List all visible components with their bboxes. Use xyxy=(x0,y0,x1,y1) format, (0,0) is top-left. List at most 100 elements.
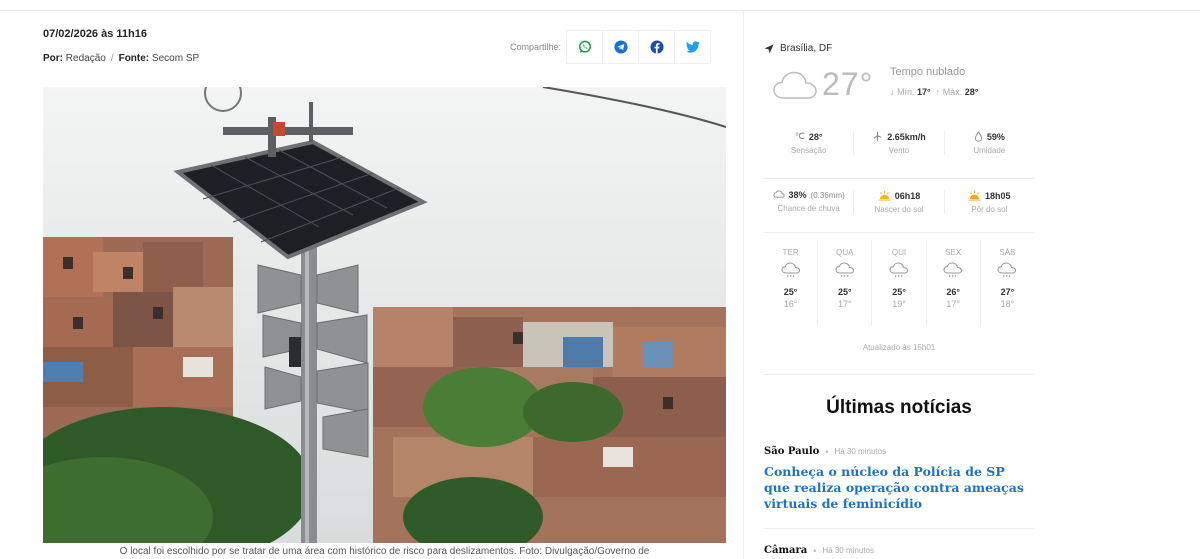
news-item-meta: São Paulo • Há 30 minutos xyxy=(764,446,886,457)
byline-source-label: Fonte: xyxy=(118,53,150,64)
weather-updated: Atualizado às 15h01 xyxy=(862,343,936,352)
forecast-max: 25° xyxy=(783,287,798,297)
forecast-day: QUI 25° 19° xyxy=(871,240,925,326)
byline-separator: / xyxy=(110,53,114,64)
rain-cloud-icon xyxy=(835,262,854,278)
weather-forecast: TER 25° 16° QUA 25° 17° QUI 25° 19° SEX … xyxy=(764,240,1034,326)
rain-cloud-icon xyxy=(997,262,1017,278)
forecast-max: 25° xyxy=(837,287,852,297)
forecast-min: 17° xyxy=(946,299,961,309)
weather-min-label: Mín. xyxy=(897,87,915,97)
rain-cloud-icon xyxy=(889,262,909,278)
forecast-day-label: TER xyxy=(782,248,799,257)
weather-min-value: 17° xyxy=(917,87,931,97)
news-category-link[interactable]: São Paulo xyxy=(764,446,819,457)
article-date: 07/02/2026 às 11h16 xyxy=(43,28,147,40)
weather-min-max: ↓ Mín. 17° ↑ Máx. 28° xyxy=(890,87,979,97)
byline-source: Secom SP xyxy=(151,53,200,64)
forecast-min: 16° xyxy=(783,299,798,309)
forecast-day: QUA 25° 17° xyxy=(817,240,871,326)
sunset-stat: 18h05 Pôr do sol xyxy=(943,190,1034,214)
rain-chance-value: 38% xyxy=(788,190,807,200)
weather-condition: Tempo nublado xyxy=(890,66,966,78)
weather-location-label: Brasília, DF xyxy=(780,43,833,54)
share-telegram-button[interactable] xyxy=(602,30,640,64)
share-bar: Compartilhe: xyxy=(510,30,712,64)
forecast-max: 27° xyxy=(1000,287,1015,297)
wind-value: 2.65km/h xyxy=(887,131,926,142)
share-label: Compartilhe: xyxy=(510,42,562,52)
sunrise-stat: 06h18 Nascer do sol xyxy=(853,190,943,214)
article-photo xyxy=(43,87,726,543)
weather-divider-1 xyxy=(764,178,1034,179)
byline-author: Redação xyxy=(65,53,106,64)
meta-dot-separator: • xyxy=(813,545,817,556)
cloud-icon xyxy=(773,71,817,99)
rain-chance-stat: 38% (0.36mm) Chance de chuva xyxy=(764,190,853,214)
meta-dot-separator: • xyxy=(825,446,829,457)
latest-news-title: Últimas notícias xyxy=(826,397,972,418)
weather-stats-row-1: ℃ 28° Sensação 2.65km/h Vento 59% Umidade xyxy=(764,131,1034,155)
thermometer-icon: ℃ xyxy=(794,131,805,141)
sunrise-icon xyxy=(878,190,891,201)
forecast-max: 26° xyxy=(946,287,961,297)
top-divider xyxy=(0,10,1200,11)
weather-temperature: 27° xyxy=(822,66,874,102)
news-divider xyxy=(764,528,1034,529)
forecast-min: 18° xyxy=(1000,299,1015,309)
rain-cloud-icon xyxy=(772,190,785,198)
telegram-icon xyxy=(613,40,628,54)
news-category-link[interactable]: Câmara xyxy=(764,545,807,556)
photo-caption: O local foi escolhido por se tratar de u… xyxy=(119,546,650,557)
forecast-day-label: SÁB xyxy=(999,248,1016,257)
share-facebook-button[interactable] xyxy=(638,30,676,64)
feels-like-stat: ℃ 28° Sensação xyxy=(764,131,853,155)
facebook-icon xyxy=(649,40,664,54)
weather-location: Brasília, DF xyxy=(764,43,832,54)
wind-stat: 2.65km/h Vento xyxy=(853,131,943,155)
column-divider xyxy=(743,10,744,559)
forecast-max: 25° xyxy=(892,287,906,297)
rain-amount: (0.36mm) xyxy=(810,190,845,200)
rain-cloud-icon xyxy=(943,262,963,278)
byline-by-label: Por: xyxy=(43,53,63,64)
forecast-day-label: SEX xyxy=(945,248,962,257)
droplet-icon xyxy=(974,131,982,142)
location-arrow-icon xyxy=(764,44,774,53)
weather-max-label: Máx. xyxy=(942,87,963,97)
twitter-icon xyxy=(685,41,700,53)
news-headline-link[interactable]: Conheça o núcleo da Polícia de SP que re… xyxy=(764,464,1032,512)
share-twitter-button[interactable] xyxy=(674,30,712,64)
forecast-day: SEX 26° 17° xyxy=(925,240,980,326)
sunset-label: Pôr do sol xyxy=(971,205,1008,214)
weather-stats-row-2: 38% (0.36mm) Chance de chuva 06h18 Nascer… xyxy=(764,190,1034,214)
share-whatsapp-button[interactable] xyxy=(566,30,604,64)
news-time: Há 30 minutos xyxy=(834,447,887,456)
sunset-icon xyxy=(968,190,981,201)
article-byline: Por: Redação / Fonte: Secom SP xyxy=(43,53,199,64)
humidity-stat: 59% Umidade xyxy=(943,131,1034,155)
news-item-meta: Câmara • Há 30 minutos xyxy=(764,545,874,556)
feels-like-value: 28° xyxy=(808,131,823,142)
forecast-day-label: QUA xyxy=(836,248,854,257)
forecast-min: 19° xyxy=(892,299,906,309)
humidity-label: Umidade xyxy=(973,146,1006,155)
weather-divider-3 xyxy=(764,374,1034,375)
wind-label: Vento xyxy=(888,146,910,155)
whatsapp-icon xyxy=(578,40,591,53)
weather-divider-2 xyxy=(764,232,1034,233)
rain-chance-label: Chance de chuva xyxy=(777,204,840,213)
weather-max-value: 28° xyxy=(964,87,979,97)
sunset-value: 18h05 xyxy=(985,190,1011,201)
forecast-day: SÁB 27° 18° xyxy=(979,240,1034,326)
forecast-day: TER 25° 16° xyxy=(764,240,817,326)
forecast-min: 17° xyxy=(837,299,852,309)
news-time: Há 30 minutos xyxy=(822,546,874,555)
rain-cloud-icon xyxy=(781,262,800,278)
wind-turbine-icon xyxy=(873,131,882,142)
sunrise-label: Nascer do sol xyxy=(874,205,924,214)
feels-like-label: Sensação xyxy=(790,146,827,155)
forecast-day-label: QUI xyxy=(891,248,907,257)
sunrise-value: 06h18 xyxy=(894,190,921,201)
humidity-value: 59% xyxy=(986,131,1005,142)
